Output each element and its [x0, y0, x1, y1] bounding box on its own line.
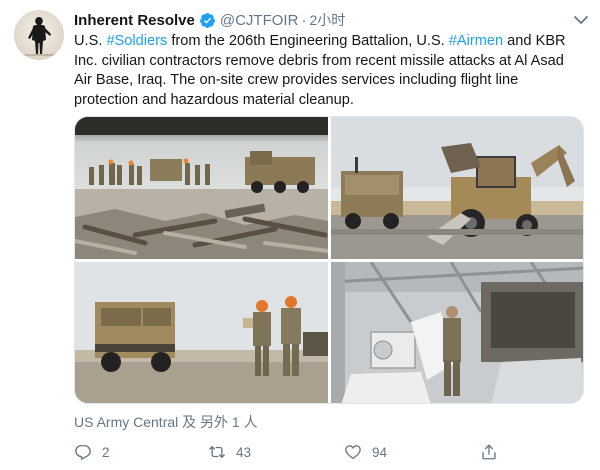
- photo-debris-pile[interactable]: [75, 117, 328, 259]
- like-icon: [345, 445, 361, 460]
- media-grid: [74, 116, 584, 404]
- verified-badge-icon: [199, 12, 215, 28]
- tweet-text-part: from the 206th Engineering Battalion, U.…: [167, 33, 449, 49]
- tweet-timestamp[interactable]: 2小时: [309, 10, 345, 30]
- retweet-icon: [209, 446, 225, 458]
- soldier-silhouette-icon: [22, 17, 56, 56]
- tagged-users[interactable]: US Army Central 及 另外 1 人: [74, 412, 258, 432]
- photo-damaged-interior[interactable]: [331, 262, 583, 403]
- retweet-count: 43: [236, 444, 252, 460]
- tweet: Inherent Resolve @CJTFOIR · 2小时 U.S. #So…: [0, 0, 600, 470]
- author-handle[interactable]: @CJTFOIR: [220, 12, 299, 29]
- tweet-header: Inherent Resolve @CJTFOIR · 2小时: [74, 10, 588, 30]
- tweet-text-part: U.S.: [74, 33, 107, 49]
- like-count: 94: [372, 444, 388, 460]
- tweet-text: U.S. #Soldiers from the 206th Engineerin…: [74, 32, 584, 110]
- reply-count: 2: [102, 444, 110, 460]
- reply-button[interactable]: 2: [74, 440, 110, 464]
- reply-icon: [75, 444, 91, 460]
- author-name[interactable]: Inherent Resolve: [74, 12, 195, 29]
- share-icon: [482, 444, 496, 460]
- photo-backhoe-and-truck[interactable]: [331, 117, 583, 259]
- author-avatar[interactable]: [14, 10, 64, 60]
- chevron-down-icon[interactable]: [572, 14, 590, 26]
- hashtag-soldiers[interactable]: #Soldiers: [106, 33, 167, 49]
- hashtag-airmen[interactable]: #Airmen: [449, 33, 503, 49]
- time-separator: ·: [301, 11, 307, 29]
- share-button[interactable]: [480, 440, 498, 464]
- retweet-button[interactable]: 43: [208, 440, 251, 464]
- tweet-actions: 2 43 94: [74, 440, 584, 464]
- like-button[interactable]: 94: [344, 440, 387, 464]
- photo-soldiers-by-truck[interactable]: [75, 262, 328, 403]
